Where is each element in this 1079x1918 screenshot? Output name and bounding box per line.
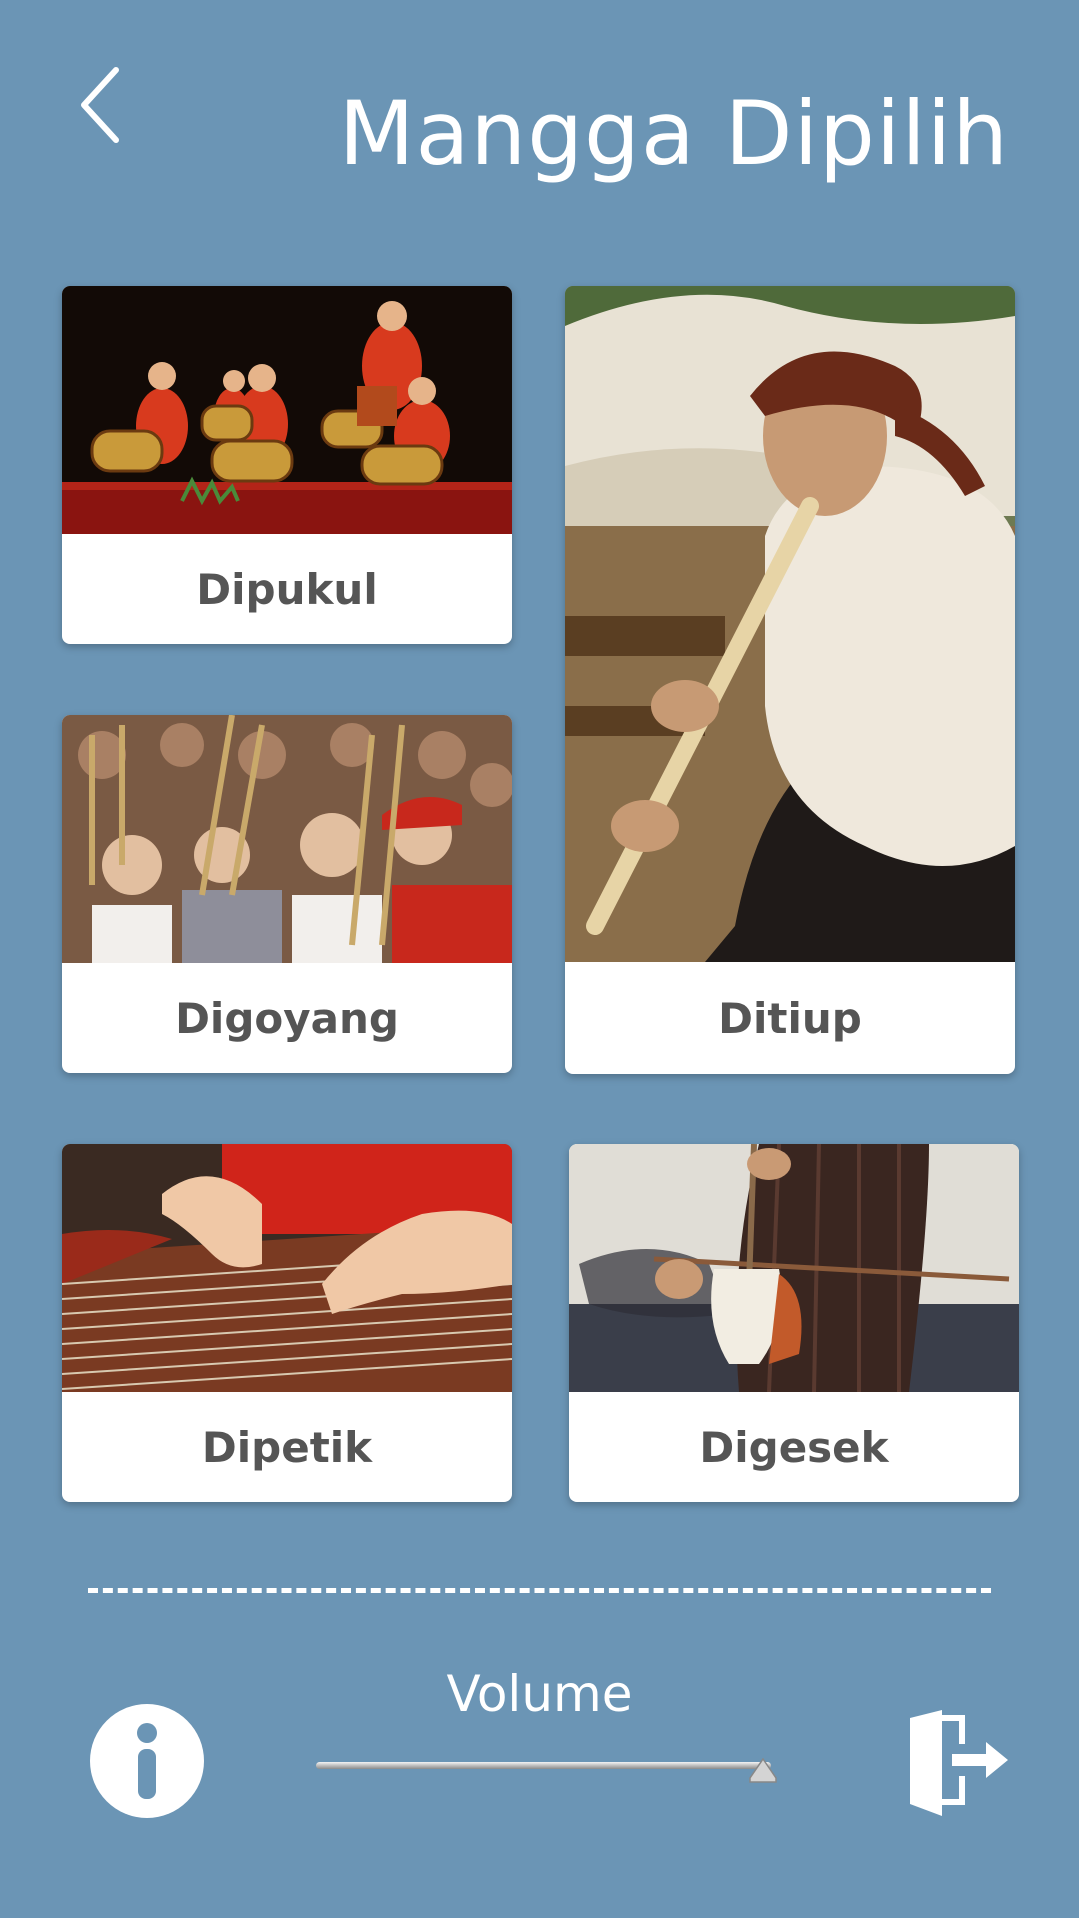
gamelan-drummers-photo (62, 286, 512, 534)
chevron-left-icon (81, 67, 119, 143)
page-title: Mangga Dipilih (338, 82, 1009, 185)
card-label: Ditiup (718, 993, 862, 1043)
exit-button[interactable] (902, 1708, 1014, 1818)
volume-slider-thumb[interactable] (748, 1757, 778, 1784)
divider (88, 1588, 991, 1593)
slider-thumb-icon (749, 1757, 777, 1783)
card-label: Dipukul (196, 564, 378, 614)
exit-door-icon (910, 1710, 1008, 1816)
card-digoyang[interactable]: Digoyang (62, 715, 512, 1073)
angklung-crowd-photo (62, 715, 512, 963)
kecapi-zither-hands-photo (62, 1144, 512, 1392)
info-icon (90, 1704, 204, 1818)
volume-slider-track[interactable] (316, 1762, 771, 1769)
card-digesek[interactable]: Digesek (569, 1144, 1019, 1502)
card-label: Digesek (699, 1422, 889, 1472)
card-dipetik[interactable]: Dipetik (62, 1144, 512, 1502)
rebab-player-photo (569, 1144, 1019, 1392)
card-label: Dipetik (201, 1422, 373, 1472)
back-button[interactable] (72, 60, 142, 150)
card-ditiup[interactable]: Ditiup (565, 286, 1015, 1074)
info-button[interactable] (90, 1704, 204, 1818)
suling-flute-player-photo (565, 286, 1015, 962)
card-dipukul[interactable]: Dipukul (62, 286, 512, 644)
card-label: Digoyang (175, 993, 399, 1043)
